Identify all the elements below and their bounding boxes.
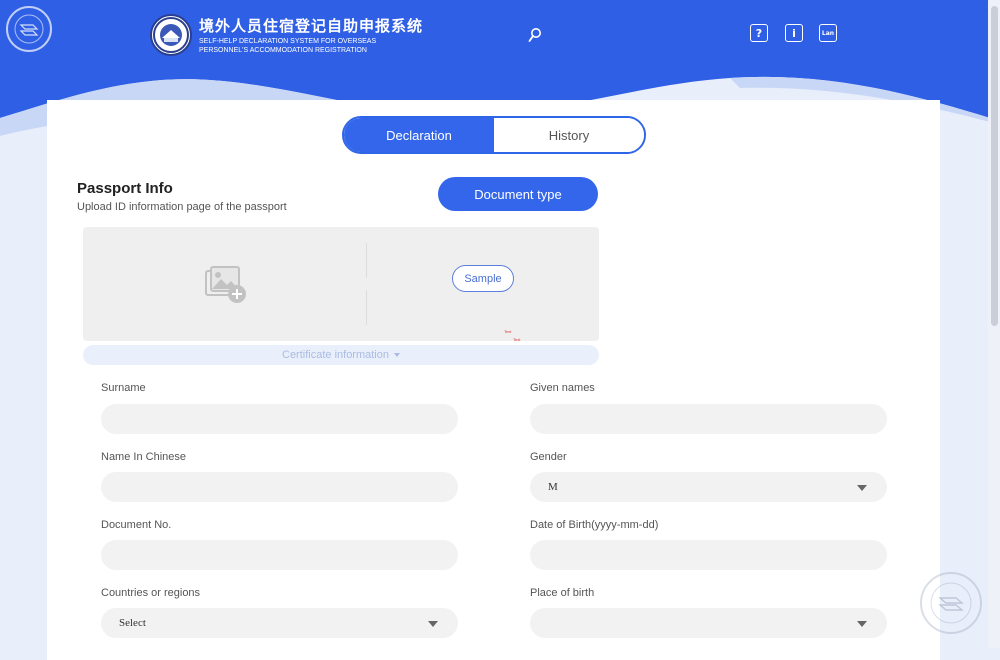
sample-button[interactable]: Sample <box>452 265 514 292</box>
name-chinese-field[interactable] <box>101 472 458 502</box>
document-type-button[interactable]: Document type <box>438 177 598 211</box>
add-image-icon[interactable] <box>204 265 248 305</box>
police-emblem-logo <box>150 14 192 56</box>
countries-select[interactable]: Select <box>101 608 458 638</box>
document-no-label: Document No. <box>101 519 172 531</box>
tiny-red-text: Text <box>504 329 512 334</box>
surname-label: Surname <box>101 382 146 394</box>
dropdown-arrow-icon <box>857 621 867 627</box>
countries-value: Select <box>119 617 146 629</box>
watermark-seal-icon <box>6 6 52 52</box>
tab-declaration[interactable]: Declaration <box>344 118 494 152</box>
name-chinese-label: Name In Chinese <box>101 451 186 463</box>
dropdown-arrow-icon <box>428 621 438 627</box>
document-no-field[interactable] <box>101 540 458 570</box>
tab-history[interactable]: History <box>494 118 644 152</box>
passport-upload-area[interactable] <box>83 227 599 341</box>
app-title-english: SELF-HELP DECLARATION SYSTEM FOR OVERSEA… <box>199 37 399 55</box>
date-of-birth-field[interactable] <box>530 540 887 570</box>
gender-label: Gender <box>530 451 567 463</box>
certificate-info-toggle[interactable]: Certificate information <box>83 345 599 365</box>
help-icon[interactable]: ? <box>750 24 768 42</box>
countries-label: Countries or regions <box>101 587 201 599</box>
gender-value: M <box>548 481 558 493</box>
dropdown-arrow-icon <box>857 485 867 491</box>
given-names-field[interactable] <box>530 404 887 434</box>
given-names-label: Given names <box>530 382 595 394</box>
surname-field[interactable] <box>101 404 458 434</box>
app-title-english-line2: PERSONNEL'S ACCOMMODATION REGISTRATION <box>199 47 367 54</box>
tiny-red-text: Text <box>513 337 521 342</box>
gender-select[interactable]: M <box>530 472 887 502</box>
declaration-history-tabs: Declaration History <box>342 116 646 154</box>
info-icon[interactable]: i <box>785 24 803 42</box>
app-title-english-line1: SELF-HELP DECLARATION SYSTEM FOR OVERSEA… <box>199 38 377 45</box>
watermark-seal-icon <box>920 572 982 634</box>
language-icon[interactable]: Lan <box>819 24 837 42</box>
upload-divider-gap <box>362 278 371 290</box>
certificate-info-label: Certificate information <box>282 349 389 361</box>
place-of-birth-label: Place of birth <box>530 587 595 599</box>
date-of-birth-label: Date of Birth(yyyy-mm-dd) <box>530 519 659 531</box>
search-icon[interactable] <box>528 27 542 43</box>
chevron-down-icon <box>394 353 400 357</box>
section-title: Passport Info <box>77 180 173 197</box>
app-title-chinese: 境外人员住宿登记自助申报系统 <box>199 18 424 35</box>
section-subtitle: Upload ID information page of the passpo… <box>77 201 287 213</box>
scrollbar-thumb[interactable] <box>991 6 998 326</box>
place-of-birth-select[interactable] <box>530 608 887 638</box>
